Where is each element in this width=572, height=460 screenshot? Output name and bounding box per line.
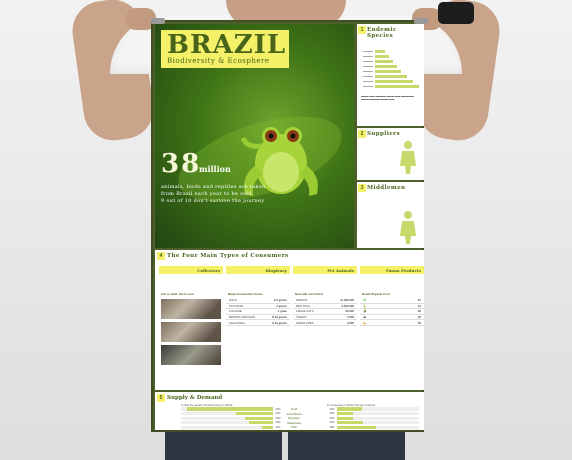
middlemen-panel: 3 Middlemen	[357, 182, 424, 248]
column-heading: Pet Animals	[293, 266, 357, 274]
column-heading: Biopiracy	[226, 266, 290, 274]
demand-row: 48%	[327, 425, 419, 429]
stat-line-1: animals, birds and reptiles are taken	[161, 184, 266, 190]
bird-photo	[161, 299, 221, 319]
consumer-column-pet-animals: Pet Animals Nest will out Ocelot PARROT 1…	[293, 266, 357, 388]
demand-row: 20%	[327, 412, 419, 416]
consumer-column-biopiracy: Biopiracy Basel Convention Crisis GOLD 3-…	[226, 266, 290, 388]
section-number-4: 4	[157, 252, 165, 260]
section-number-3: 3	[358, 184, 366, 192]
column-subheading: Cut or stuff, but if soon	[161, 292, 195, 296]
consumers-band: 4 The Four Main Types of Consumers Colle…	[155, 250, 424, 390]
stat-unit: million	[199, 164, 231, 174]
animal-icon: 🐊	[363, 309, 367, 314]
consumers-title: The Four Main Types of Consumers	[167, 253, 289, 259]
stat-line-2: from Brazil each year to be sold.	[161, 191, 254, 197]
endemic-bar-chart	[357, 49, 424, 89]
suppliers-title: Suppliers	[367, 131, 400, 137]
table-row: GREAT APES 3,500	[293, 320, 357, 326]
animal-icon: 🦝	[363, 315, 367, 320]
supplier-silhouette-icon	[400, 141, 416, 174]
table-row: 🐆 30	[360, 320, 424, 326]
poster-title: BRAZIL	[167, 30, 287, 60]
table-row: ANACONDA 9-10 grams	[226, 320, 290, 326]
demand-row: 30%	[327, 407, 419, 411]
animal-icon: 🐆	[363, 320, 367, 325]
stat-number: 38	[161, 149, 202, 179]
supply-row: 93% Gold	[181, 407, 305, 411]
supply-bars: 93% Gold 40% Amphibian 30% Reptiles 26% Mamm…	[181, 407, 305, 430]
leg-gap	[282, 432, 288, 460]
brazil-poster: BRAZIL Biodiversity & Ecosphere 38 milli…	[151, 18, 428, 432]
column-subheading: Basel Convention Crisis	[228, 292, 263, 296]
crate-photo	[161, 322, 221, 342]
supply-row: 12% Fish	[181, 425, 305, 429]
bar-row	[363, 84, 424, 89]
market-photo	[161, 345, 221, 365]
column-heading: Collectors	[159, 266, 223, 274]
demand-bars: 30% 20% 19% 32% 48%	[327, 407, 419, 430]
column-heading: Fauna Products	[360, 266, 424, 274]
suppliers-panel: 2 Suppliers	[357, 128, 424, 180]
consumer-column-collectors: Collectors Cut or stuff, but if soon	[159, 266, 223, 388]
demand-row: 32%	[327, 421, 419, 425]
supply-row: 40% Amphibian	[181, 412, 305, 416]
endemic-species-panel: 1 Endemic Species ▬▬▬ ▬▬ ▬▬▬▬ ▬▬▬ ▬▬ ▬▬▬…	[357, 24, 424, 126]
column-subheading: Brazil Organic Cost	[362, 292, 390, 296]
supply-demand-panel: 5 Supply & Demand % that the world's dem…	[155, 392, 424, 430]
demand-row: 19%	[327, 416, 419, 420]
title-box: BRAZIL Biodiversity & Ecosphere	[161, 30, 289, 68]
section-number-2: 2	[358, 130, 366, 138]
supply-demand-title: Supply & Demand	[167, 395, 223, 401]
supply-row: 30% Reptiles	[181, 416, 305, 420]
section-number-5: 5	[157, 394, 165, 402]
middleman-silhouette-icon	[400, 211, 416, 244]
middlemen-title: Middlemen	[367, 185, 406, 191]
section-number-1: 1	[358, 26, 366, 34]
animal-icon: 🐍	[363, 303, 367, 308]
supply-row: 26% Mammals	[181, 421, 305, 425]
column-subheading: Nest will out Ocelot	[295, 292, 323, 296]
endemic-note: ▬▬▬ ▬▬ ▬▬▬▬ ▬▬▬ ▬▬ ▬▬▬▬▬ ▬▬▬ ▬▬▬▬ ▬▬▬ ▬▬	[361, 95, 414, 102]
hero-panel: BRAZIL Biodiversity & Ecosphere 38 milli…	[155, 24, 354, 248]
stat-line-3: 9 out of 10 don't survive the journey	[161, 198, 265, 204]
animal-icon: 🦎	[363, 298, 367, 303]
consumer-column-fauna-products: Fauna Products Brazil Organic Cost 🦎 15 🐍…	[360, 266, 424, 388]
wristwatch	[438, 2, 474, 24]
endemic-species-title: Endemic Species	[367, 27, 397, 39]
